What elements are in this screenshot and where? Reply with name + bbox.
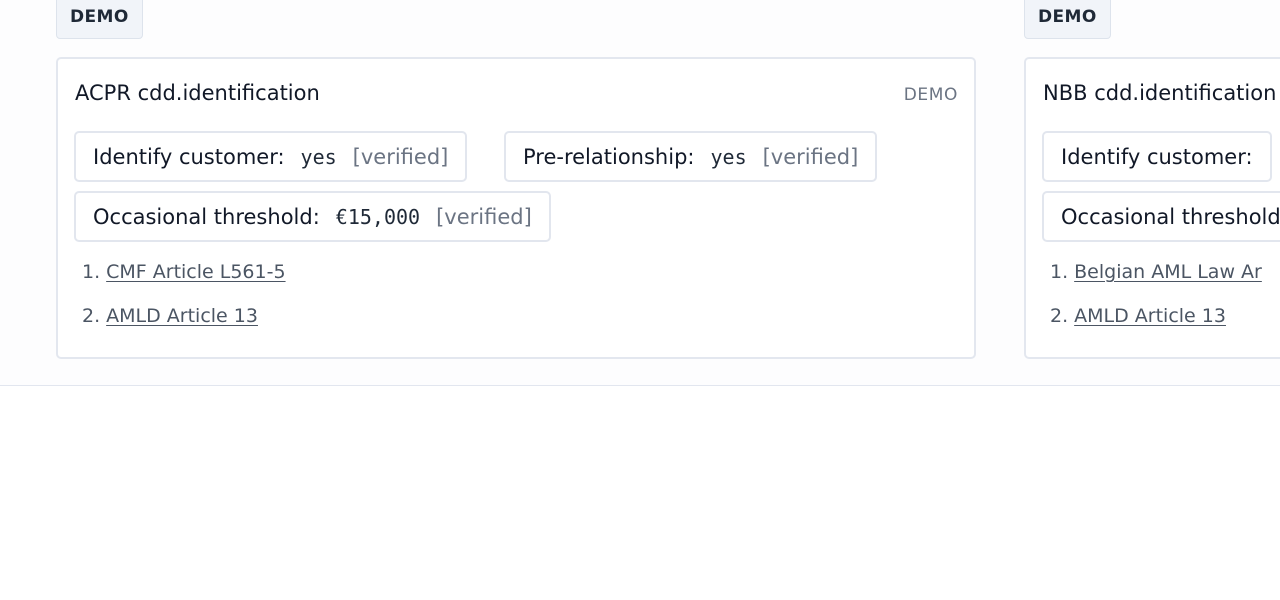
regulation-card: NBB cdd.identification Identify customer… [1024, 57, 1280, 359]
reference-link[interactable]: Belgian AML Law Ar [1074, 261, 1262, 283]
reference-link[interactable]: AMLD Article 13 [1074, 305, 1226, 327]
list-number: 2. [1050, 305, 1069, 327]
field-label: Pre-relationship: [523, 144, 695, 169]
reference-list: 1. Belgian AML Law Ar 2. AMLD Article 13 [1050, 261, 1262, 349]
comparison-band: DEMO ACPR cdd.identification DEMO Identi… [0, 0, 1280, 386]
list-item: 2. AMLD Article 13 [82, 305, 286, 349]
list-number: 1. [1050, 261, 1069, 283]
field-value: €15,000 [335, 204, 421, 229]
regulation-card: ACPR cdd.identification DEMO Identify cu… [56, 57, 976, 359]
verified-status: [verified] [762, 144, 859, 169]
field-identify-customer: Identify customer: [1042, 131, 1272, 182]
reference-link[interactable]: CMF Article L561-5 [106, 261, 285, 283]
reference-list: 1. CMF Article L561-5 2. AMLD Article 13 [82, 261, 286, 349]
card-title: ACPR cdd.identification [75, 81, 320, 105]
field-occasional-threshold: Occasional threshold: €15,000 [verified] [74, 191, 551, 242]
demo-chip: DEMO [1024, 0, 1111, 39]
demo-badge: DEMO [903, 85, 958, 105]
list-item: 1. Belgian AML Law Ar [1050, 261, 1262, 305]
list-item: 2. AMLD Article 13 [1050, 305, 1262, 349]
card-title: NBB cdd.identification [1043, 81, 1277, 105]
verified-status: [verified] [436, 204, 532, 229]
field-identify-customer: Identify customer: yes [verified] [74, 131, 468, 182]
list-number: 2. [82, 305, 101, 327]
field-label: Occasional threshold: [1061, 204, 1280, 229]
list-number: 1. [82, 261, 101, 283]
field-value: yes [300, 144, 337, 169]
field-label: Identify customer: [1061, 144, 1253, 169]
verified-status: [verified] [352, 144, 449, 169]
field-value: yes [710, 144, 747, 169]
viewport: DEMO ACPR cdd.identification DEMO Identi… [0, 0, 1280, 600]
list-item: 1. CMF Article L561-5 [82, 261, 286, 305]
field-label: Occasional threshold: [93, 204, 320, 229]
demo-chip: DEMO [56, 0, 143, 39]
field-label: Identify customer: [93, 144, 285, 169]
field-pre-relationship: Pre-relationship: yes [verified] [504, 131, 878, 182]
reference-link[interactable]: AMLD Article 13 [106, 305, 258, 327]
field-occasional-threshold: Occasional threshold: [1042, 191, 1280, 242]
